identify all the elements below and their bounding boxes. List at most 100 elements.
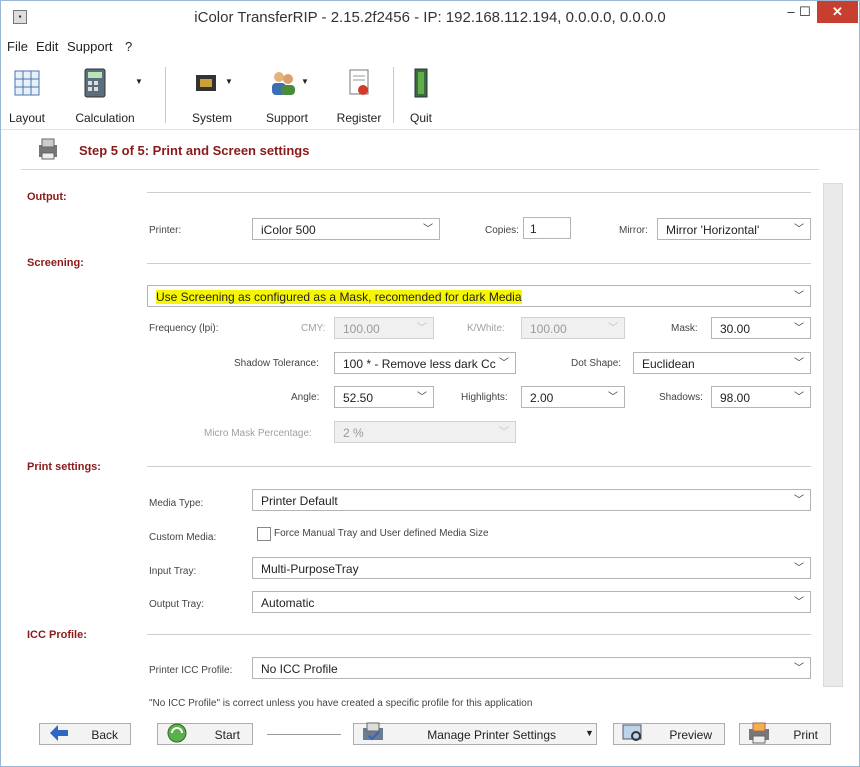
manage-dropdown-arrow-icon[interactable]: ▼ <box>585 728 594 738</box>
kwhite-select[interactable]: 100.00 ﹀ <box>521 317 625 339</box>
close-button[interactable]: ✕ <box>817 1 858 23</box>
chevron-down-icon: ﹀ <box>499 427 509 438</box>
screening-mode-select[interactable]: Use Screening as configured as a Mask, r… <box>147 285 811 307</box>
register-button[interactable]: Register <box>331 63 387 127</box>
layout-grid-icon <box>14 70 40 96</box>
cmy-select[interactable]: 100.00 ﹀ <box>334 317 434 339</box>
calculation-dropdown-arrow-icon[interactable]: ▼ <box>135 77 143 86</box>
print-button[interactable]: Print <box>739 722 831 745</box>
progress-connector <box>267 734 341 735</box>
shadows-label: Shadows: <box>659 392 703 403</box>
register-label: Register <box>336 111 382 125</box>
vertical-scrollbar[interactable] <box>823 183 843 687</box>
toolbar: Layout ▼ Calculation ▼ System ▼ Support … <box>1 59 859 130</box>
window-title: iColor TransferRIP - 2.15.2f2456 - IP: 1… <box>194 9 666 26</box>
mask-select[interactable]: 30.00 ﹀ <box>711 317 811 339</box>
input-tray-value: Multi-PurposeTray <box>261 562 359 576</box>
output-tray-value: Automatic <box>261 596 315 610</box>
custom-media-label: Custom Media: <box>149 532 217 543</box>
menu-file[interactable]: File <box>7 39 28 54</box>
start-label: Start <box>214 728 240 742</box>
force-manual-tray-label: Force Manual Tray and User defined Media… <box>274 528 489 539</box>
start-button[interactable]: Start <box>157 723 253 745</box>
printer-select[interactable]: iColor 500 ﹀ <box>252 218 440 240</box>
menu-help[interactable]: ? <box>125 39 132 54</box>
dot-shape-value: Euclidean <box>642 357 695 371</box>
chevron-down-icon: ﹀ <box>608 392 618 403</box>
force-manual-tray-checkbox[interactable] <box>257 527 271 541</box>
printer-icc-label: Printer ICC Profile: <box>149 665 233 676</box>
system-button[interactable]: ▼ System <box>177 63 247 127</box>
support-label: Support <box>265 111 309 125</box>
calculation-button[interactable]: ▼ Calculation <box>55 63 155 127</box>
refresh-globe-icon <box>167 723 187 743</box>
back-label: Back <box>91 728 118 742</box>
shadow-tolerance-value: 100 * - Remove less dark Cc <box>343 357 496 371</box>
media-type-select[interactable]: Printer Default ﹀ <box>252 489 811 511</box>
chevron-down-icon: ﹀ <box>794 291 804 302</box>
printer-icc-select[interactable]: No ICC Profile ﹀ <box>252 657 811 679</box>
printer-value: iColor 500 <box>261 223 316 237</box>
shadow-tolerance-select[interactable]: 100 * - Remove less dark Cc ﹀ <box>334 352 516 374</box>
support-dropdown-arrow-icon[interactable]: ▼ <box>301 77 309 86</box>
cmy-label: CMY: <box>301 323 326 334</box>
maximize-button[interactable]: ☐ <box>793 1 817 23</box>
section-divider <box>147 263 811 264</box>
angle-label: Angle: <box>291 392 320 403</box>
chevron-down-icon: ﹀ <box>794 563 804 574</box>
shadows-select[interactable]: 98.00 ﹀ <box>711 386 811 408</box>
mask-value: 30.00 <box>720 322 751 336</box>
micro-mask-select[interactable]: 2 % ﹀ <box>334 421 516 443</box>
menu-support[interactable]: Support <box>67 39 113 54</box>
media-type-value: Printer Default <box>261 494 338 508</box>
chevron-down-icon: ﹀ <box>794 392 804 403</box>
chevron-down-icon: ﹀ <box>417 323 427 334</box>
micro-mask-value: 2 % <box>343 426 364 440</box>
highlights-value: 2.00 <box>530 391 554 405</box>
section-divider <box>147 634 811 635</box>
manage-printer-settings-button[interactable]: Manage Printer Settings <box>353 722 597 745</box>
menu-bar: File Edit Support ? <box>1 37 859 57</box>
input-tray-label: Input Tray: <box>149 566 197 577</box>
chevron-down-icon: ﹀ <box>794 323 804 334</box>
cmy-value: 100.00 <box>343 322 380 336</box>
quit-label: Quit <box>409 111 432 125</box>
mirror-label: Mirror: <box>619 225 648 236</box>
angle-select[interactable]: 52.50 ﹀ <box>334 386 434 408</box>
app-window: ▪ iColor TransferRIP - 2.15.2f2456 - IP:… <box>0 0 860 767</box>
step-title: Step 5 of 5: Print and Screen settings <box>79 143 310 158</box>
mirror-select[interactable]: Mirror 'Horizontal' ﹀ <box>657 218 811 240</box>
back-button[interactable]: Back <box>39 723 131 745</box>
chevron-down-icon: ﹀ <box>794 224 804 235</box>
dot-shape-select[interactable]: Euclidean ﹀ <box>633 352 811 374</box>
layout-button[interactable]: Layout <box>5 63 49 127</box>
chevron-down-icon: ﹀ <box>794 495 804 506</box>
system-dropdown-arrow-icon[interactable]: ▼ <box>225 77 233 86</box>
preview-label: Preview <box>669 728 712 742</box>
support-button[interactable]: ▼ Support <box>255 63 319 127</box>
chevron-down-icon: ﹀ <box>794 663 804 674</box>
layout-label: Layout <box>8 111 46 125</box>
highlights-select[interactable]: 2.00 ﹀ <box>521 386 625 408</box>
preview-button[interactable]: Preview <box>613 723 725 745</box>
screening-section-title: Screening: <box>27 257 84 269</box>
output-tray-label: Output Tray: <box>149 599 205 610</box>
quit-button[interactable]: Quit <box>401 63 441 127</box>
menu-edit[interactable]: Edit <box>36 39 58 54</box>
certificate-icon <box>349 69 369 95</box>
printer-icc-value: No ICC Profile <box>261 662 338 676</box>
output-tray-select[interactable]: Automatic ﹀ <box>252 591 811 613</box>
frequency-label: Frequency (lpi): <box>149 323 219 334</box>
print-icon <box>749 722 769 744</box>
mirror-value: Mirror 'Horizontal' <box>666 223 760 237</box>
media-type-label: Media Type: <box>149 498 204 509</box>
input-tray-select[interactable]: Multi-PurposeTray ﹀ <box>252 557 811 579</box>
print-settings-section-title: Print settings: <box>27 461 101 473</box>
screening-mode-value: Use Screening as configured as a Mask, r… <box>156 290 522 304</box>
mask-label: Mask: <box>671 323 698 334</box>
chevron-down-icon: ﹀ <box>794 358 804 369</box>
icc-section-title: ICC Profile: <box>27 629 87 641</box>
print-label: Print <box>793 728 818 742</box>
title-bar: ▪ iColor TransferRIP - 2.15.2f2456 - IP:… <box>1 1 859 33</box>
copies-input[interactable]: 1 <box>523 217 571 239</box>
